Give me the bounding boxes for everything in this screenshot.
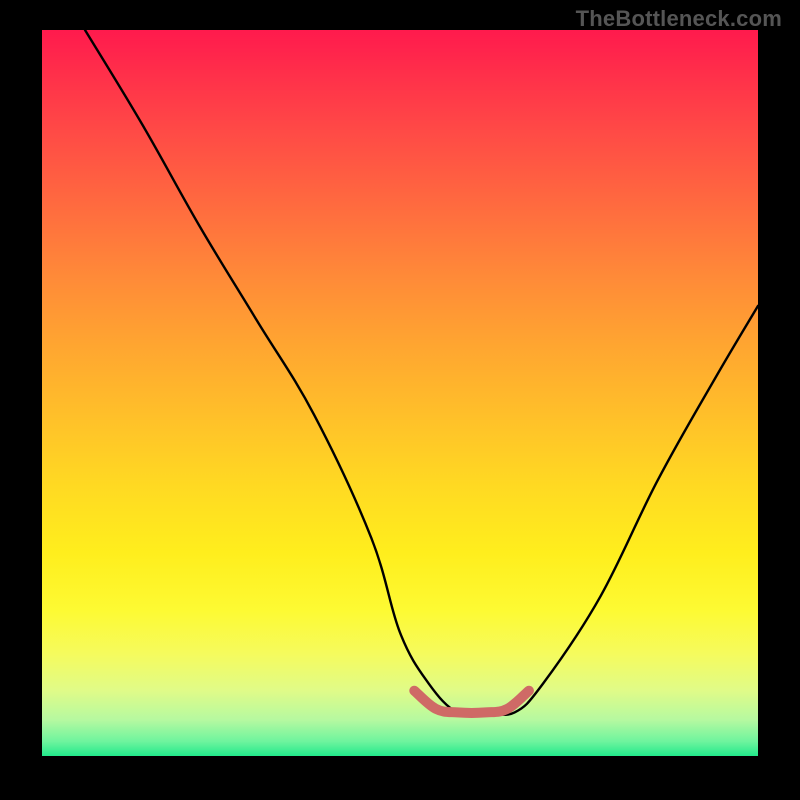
watermark-label: TheBottleneck.com	[576, 6, 782, 32]
plot-area	[42, 30, 758, 756]
curve-layer	[42, 30, 758, 756]
valley-highlight	[414, 691, 529, 713]
chart-frame: TheBottleneck.com	[0, 0, 800, 800]
bottleneck-curve	[85, 30, 758, 715]
